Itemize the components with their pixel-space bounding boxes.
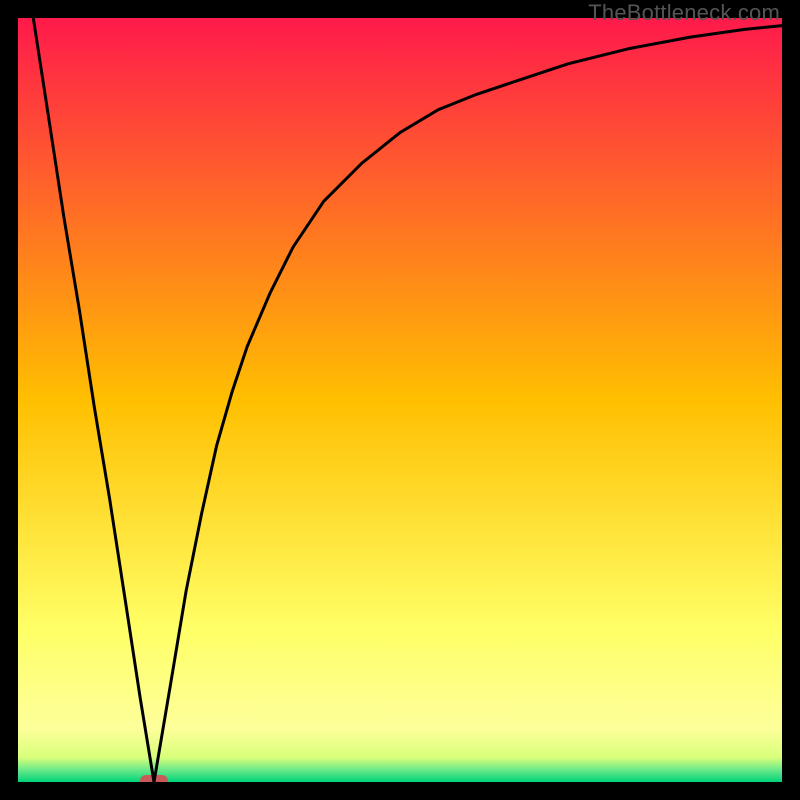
chart-frame <box>18 18 782 782</box>
chart-svg <box>18 18 782 782</box>
watermark-text: TheBottleneck.com <box>588 0 780 26</box>
